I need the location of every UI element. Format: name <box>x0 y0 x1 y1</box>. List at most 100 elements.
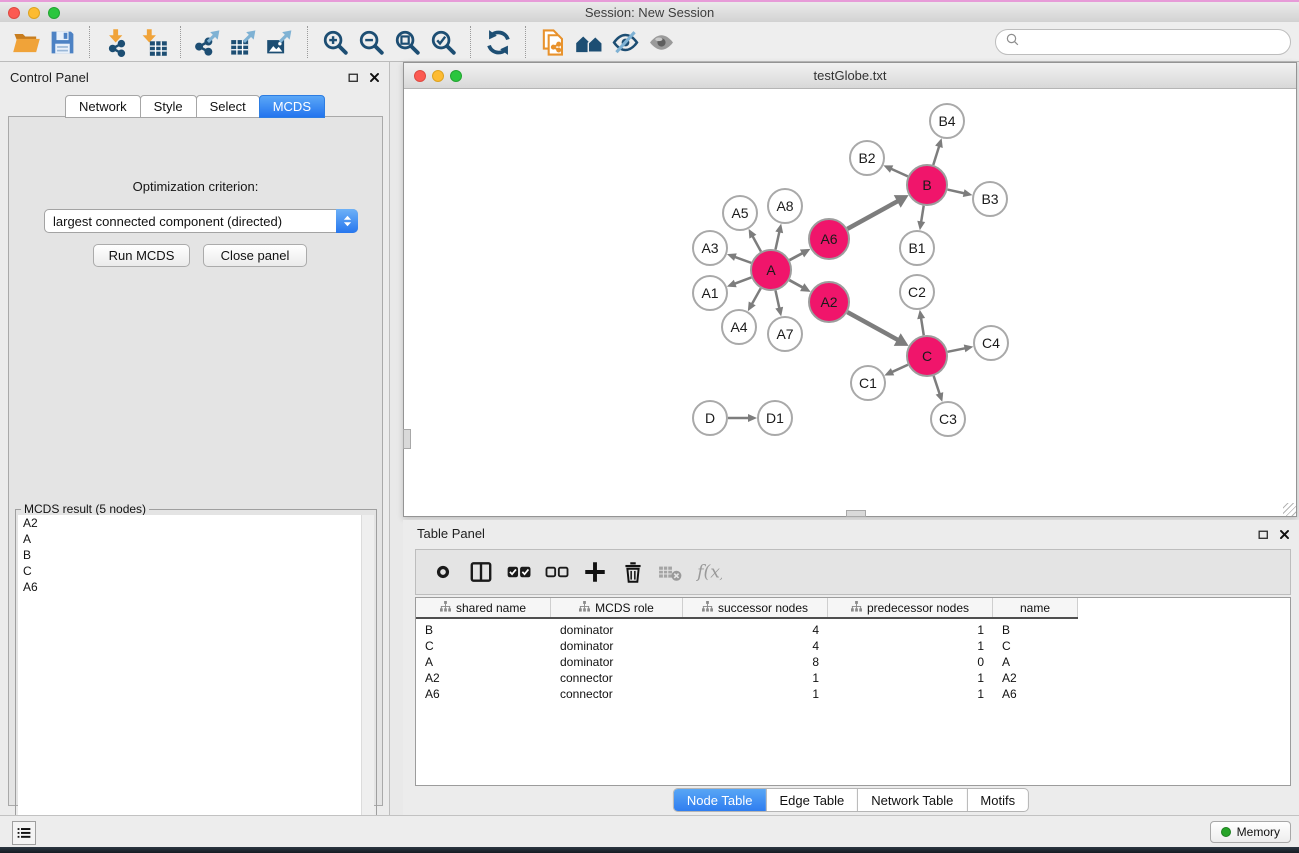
graph-edge-A-A7[interactable] <box>775 291 779 309</box>
column-header-mcds-role[interactable]: MCDS role <box>551 598 683 617</box>
table-cell[interactable]: C <box>416 639 551 653</box>
columns-icon[interactable] <box>462 555 500 589</box>
tab-node-table[interactable]: Node Table <box>674 789 767 811</box>
table-cell[interactable]: 1 <box>683 687 828 701</box>
zoom-fit-icon[interactable] <box>389 25 425 59</box>
add-column-icon[interactable] <box>576 555 614 589</box>
table-cell[interactable]: 8 <box>683 655 828 669</box>
result-list-scrollbar[interactable] <box>361 515 374 848</box>
mcds-result-item[interactable]: B <box>18 547 374 563</box>
graph-edge-A-A3[interactable] <box>734 257 751 263</box>
close-panel-button[interactable]: Close panel <box>203 244 307 267</box>
function-builder-icon[interactable]: f(x) <box>690 555 728 589</box>
mcds-result-item[interactable]: A6 <box>18 579 374 595</box>
network-graph-canvas[interactable]: AA1A2A3A4A5A6A7A8BB1B2B3B4CC1C2C3C4DD1 <box>404 89 1296 516</box>
search-field[interactable] <box>995 29 1291 55</box>
graph-edge-A2-C[interactable] <box>847 312 898 340</box>
show-eye-icon[interactable] <box>643 25 679 59</box>
home-icon[interactable] <box>571 25 607 59</box>
table-cell[interactable]: 1 <box>828 623 993 637</box>
table-cell[interactable]: A2 <box>993 671 1078 685</box>
table-cell[interactable]: 1 <box>828 687 993 701</box>
export-network-icon[interactable] <box>190 25 226 59</box>
column-header-shared-name[interactable]: shared name <box>416 598 551 617</box>
column-header-predecessor-nodes[interactable]: predecessor nodes <box>828 598 993 617</box>
export-image-icon[interactable] <box>262 25 298 59</box>
table-cell[interactable]: 4 <box>683 639 828 653</box>
graph-edge-C-C2[interactable] <box>921 318 924 336</box>
mcds-result-item[interactable]: A <box>18 531 374 547</box>
float-table-panel-icon[interactable] <box>1256 527 1270 541</box>
graph-edge-A-A6[interactable] <box>790 253 803 260</box>
mcds-result-item[interactable]: A2 <box>18 515 374 531</box>
table-cell[interactable]: dominator <box>551 639 683 653</box>
table-row[interactable]: Cdominator41C <box>416 638 1290 654</box>
graph-edge-A-A2[interactable] <box>789 280 803 288</box>
table-row[interactable]: A6connector11A6 <box>416 686 1290 702</box>
tab-network[interactable]: Network <box>65 95 141 118</box>
table-cell[interactable]: A <box>993 655 1078 669</box>
bottom-splitter-grip[interactable] <box>846 510 866 517</box>
delete-column-icon[interactable] <box>614 555 652 589</box>
memory-button[interactable]: Memory <box>1210 821 1291 843</box>
float-panel-icon[interactable] <box>346 70 360 84</box>
tab-style[interactable]: Style <box>140 95 197 118</box>
table-cell[interactable]: 4 <box>683 623 828 637</box>
tab-network-table[interactable]: Network Table <box>858 789 967 811</box>
graph-edge-A-A4[interactable] <box>752 288 761 304</box>
table-cell[interactable]: C <box>993 639 1078 653</box>
import-table-icon[interactable] <box>135 25 171 59</box>
graph-edge-B-B1[interactable] <box>921 206 924 223</box>
table-row[interactable]: Bdominator41B <box>416 622 1290 638</box>
criterion-dropdown[interactable]: largest connected component (directed) <box>44 209 358 233</box>
table-cell[interactable]: A2 <box>416 671 551 685</box>
column-header-name[interactable]: name <box>993 598 1078 617</box>
graph-edge-A6-B[interactable] <box>847 201 898 229</box>
tab-edge-table[interactable]: Edge Table <box>766 789 858 811</box>
search-input[interactable] <box>1022 34 1290 51</box>
graph-edge-B-B3[interactable] <box>947 190 964 194</box>
table-cell[interactable]: A6 <box>416 687 551 701</box>
zoom-selected-icon[interactable] <box>425 25 461 59</box>
table-cell[interactable]: B <box>993 623 1078 637</box>
table-row[interactable]: Adominator80A <box>416 654 1290 670</box>
table-cell[interactable]: 1 <box>683 671 828 685</box>
graph-edge-C-C4[interactable] <box>948 348 966 352</box>
table-cell[interactable]: dominator <box>551 655 683 669</box>
run-mcds-button[interactable]: Run MCDS <box>93 244 190 267</box>
select-all-icon[interactable] <box>500 555 538 589</box>
zoom-in-icon[interactable] <box>317 25 353 59</box>
graph-edge-A-A8[interactable] <box>775 231 779 249</box>
left-splitter-grip[interactable] <box>403 429 411 449</box>
graph-edge-A-A1[interactable] <box>734 277 751 283</box>
refresh-layout-icon[interactable] <box>480 25 516 59</box>
mcds-result-item[interactable]: C <box>18 563 374 579</box>
zoom-out-icon[interactable] <box>353 25 389 59</box>
graph-edge-A-A5[interactable] <box>752 236 761 252</box>
tab-motifs[interactable]: Motifs <box>967 789 1028 811</box>
table-cell[interactable]: B <box>416 623 551 637</box>
column-header-successor-nodes[interactable]: successor nodes <box>683 598 828 617</box>
mcds-result-list[interactable]: A2ABCA6 <box>18 515 374 848</box>
graph-edge-C-C1[interactable] <box>892 365 908 372</box>
panel-list-button[interactable] <box>12 821 36 845</box>
table-cell[interactable]: 1 <box>828 671 993 685</box>
graph-edge-C-C3[interactable] <box>934 376 940 394</box>
table-cell[interactable]: A <box>416 655 551 669</box>
gear-icon[interactable] <box>424 555 462 589</box>
import-network-icon[interactable] <box>99 25 135 59</box>
delete-table-icon[interactable] <box>652 555 690 589</box>
network-window-titlebar[interactable]: testGlobe.txt <box>404 63 1296 89</box>
deselect-all-icon[interactable] <box>538 555 576 589</box>
clone-network-icon[interactable] <box>535 25 571 59</box>
table-row[interactable]: A2connector11A2 <box>416 670 1290 686</box>
tab-select[interactable]: Select <box>196 95 260 118</box>
table-cell[interactable]: A6 <box>993 687 1078 701</box>
table-cell[interactable]: 0 <box>828 655 993 669</box>
table-cell[interactable]: dominator <box>551 623 683 637</box>
save-session-icon[interactable] <box>44 25 80 59</box>
export-table-icon[interactable] <box>226 25 262 59</box>
graph-edge-B-B4[interactable] <box>933 146 939 165</box>
tab-mcds[interactable]: MCDS <box>259 95 325 118</box>
table-cell[interactable]: 1 <box>828 639 993 653</box>
